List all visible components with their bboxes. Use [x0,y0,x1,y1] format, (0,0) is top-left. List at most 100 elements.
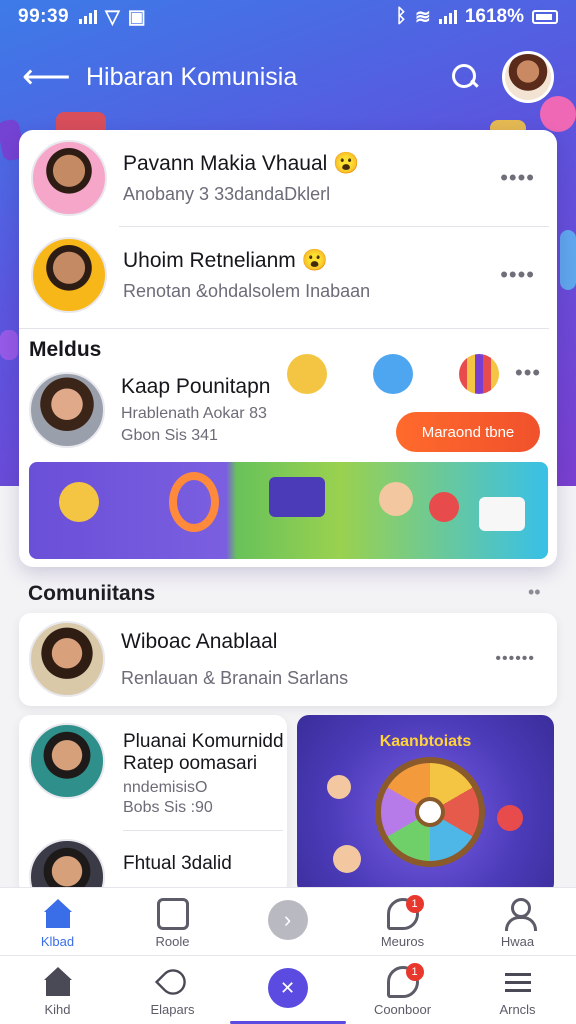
divider [119,226,549,227]
person-icon [502,898,537,931]
item-subtitle: Anobany 3 33dandaDklerl [123,183,331,204]
more-options-icon[interactable]: •• [528,582,541,603]
cartoon-character [429,492,459,522]
battery-icon [532,10,558,24]
cartoon-character [333,845,361,873]
tab-label: Kihd [44,1002,71,1017]
item-subtitle: Hrablenath Aokar 83 [121,405,267,422]
cartoon-board [479,497,525,531]
more-options-icon[interactable]: •••••• [495,650,535,668]
cartoon-character [327,775,351,799]
tab-label: Meuros [380,934,425,949]
tab-label: Roole [155,934,190,949]
emoji-icon: 😮 [301,248,328,272]
tab-label: Elapars [150,1002,195,1017]
decor-shape [0,330,18,360]
section-title: Meldus [29,338,102,361]
battery-percent: 1618% [464,6,524,27]
item-subtitle: Renotan &ohdalsolem Inabaan [123,280,371,301]
home-icon [42,898,74,930]
tab-center[interactable]: ✕ [230,956,345,1024]
back-arrow-icon[interactable]: ⟵ [22,60,71,94]
tab-roole[interactable]: Roole [115,888,230,955]
vpn-icon: ▽ [105,6,120,28]
avatar [29,723,105,799]
item-subtitle: Renlauan & Branain Sarlans [121,667,349,688]
profile-avatar[interactable] [502,51,554,103]
tab-bar-primary: Klbad Roole › 1 Meuros Hwaa [0,887,576,955]
create-icon: ✕ [267,968,308,1008]
trophy-icon[interactable] [287,354,327,394]
tab-label: Klbad [40,934,75,949]
cartoon-character [379,482,413,516]
divider [19,328,549,329]
tab-bar-secondary: Kihd Elapars ✕ 1 Coonboor Arncls [0,955,576,1024]
action-button[interactable]: Maraond tbne [396,412,540,452]
arrow-right-icon: › [267,900,308,940]
item-name: Pluanai Komurnidd [123,731,284,752]
item-subtitle: nndemisisO [123,779,208,796]
wheel-hub [415,797,445,827]
promo-banner[interactable] [29,462,548,559]
item-name: Uhoim Retnelianm [123,248,296,272]
page-title: Hibaran Komunisia [86,62,298,91]
tab-label: Hwaa [500,934,535,949]
ball-icon[interactable] [459,354,499,394]
decor-shape [560,230,576,290]
item-subtitle: Gbon Sis 341 [121,427,218,444]
emoji-icon: 😮 [333,151,360,175]
cartoon-screen [269,477,325,517]
cartoon-number [169,472,219,532]
app-header: ⟵ Hibaran Komunisia [0,46,576,108]
cartoon-character [59,482,99,522]
notification-badge: 1 [405,895,424,913]
game-icon [156,898,189,930]
avatar [31,237,107,313]
bluetooth-icon: ᛒ [395,6,407,27]
tab-messages[interactable]: 1 Meuros [345,888,460,955]
section-title: Comuniitans [28,582,156,605]
tab-label: Coonboor [373,1002,432,1017]
community-card[interactable]: Pluanai Komurnidd Ratep oomasari nndemis… [19,715,287,895]
community-item[interactable]: Wiboac Anablaal Renlauan & Branain Sarla… [19,613,557,706]
chat-icon: 1 [386,963,424,998]
avatar [29,372,105,448]
avatar [29,621,105,697]
promo-title: Kaanbtoiats [379,733,472,750]
chat-icon: 1 [386,895,424,930]
item-name: Ratep oomasari [123,753,258,774]
avatar [31,140,107,216]
signal-icon [79,10,98,24]
home-icon [42,966,74,998]
character-icon[interactable] [373,354,413,394]
tab-next[interactable]: › [230,888,345,955]
signal-icon [438,10,457,24]
item-name: Kaap Pounitapn [121,375,271,398]
tab-explore[interactable]: Elapars [115,956,230,1024]
wifi-icon: ≋ [414,6,431,28]
search-icon[interactable] [450,62,480,92]
tab-home[interactable]: Kihd [0,956,115,1024]
promo-card[interactable]: Kaanbtoiats [297,715,554,895]
menu-icon [502,966,534,998]
gallery-icon: ▣ [127,6,146,28]
divider [123,830,283,831]
notification-badge: 1 [405,963,424,981]
cartoon-character [497,805,523,831]
tab-chat[interactable]: 1 Coonboor [345,956,460,1024]
list-item[interactable]: Pavann Makia Vhaual 😮 Anobany 3 33dandaD… [19,140,557,216]
item-name: Fhtual 3dalid [123,853,232,874]
more-options-icon[interactable]: •••• [500,262,535,288]
more-options-icon[interactable]: ••• [515,360,541,386]
rocket-icon [154,963,191,1001]
tab-label: Arncls [499,1002,536,1017]
tab-menu[interactable]: Arncls [460,956,575,1024]
status-bar: 99:39 ▽ ▣ ᛒ ≋ 1618% [0,0,576,34]
more-options-icon[interactable]: •••• [500,165,535,191]
list-item[interactable]: Uhoim Retnelianm 😮 Renotan &ohdalsolem I… [19,237,557,313]
tab-profile[interactable]: Hwaa [460,888,575,955]
conversation-card: Pavann Makia Vhaual 😮 Anobany 3 33dandaD… [19,130,557,567]
item-name: Wiboac Anablaal [121,629,278,653]
tab-home[interactable]: Klbad [0,888,115,955]
item-subtitle: Bobs Sis :90 [123,799,213,816]
